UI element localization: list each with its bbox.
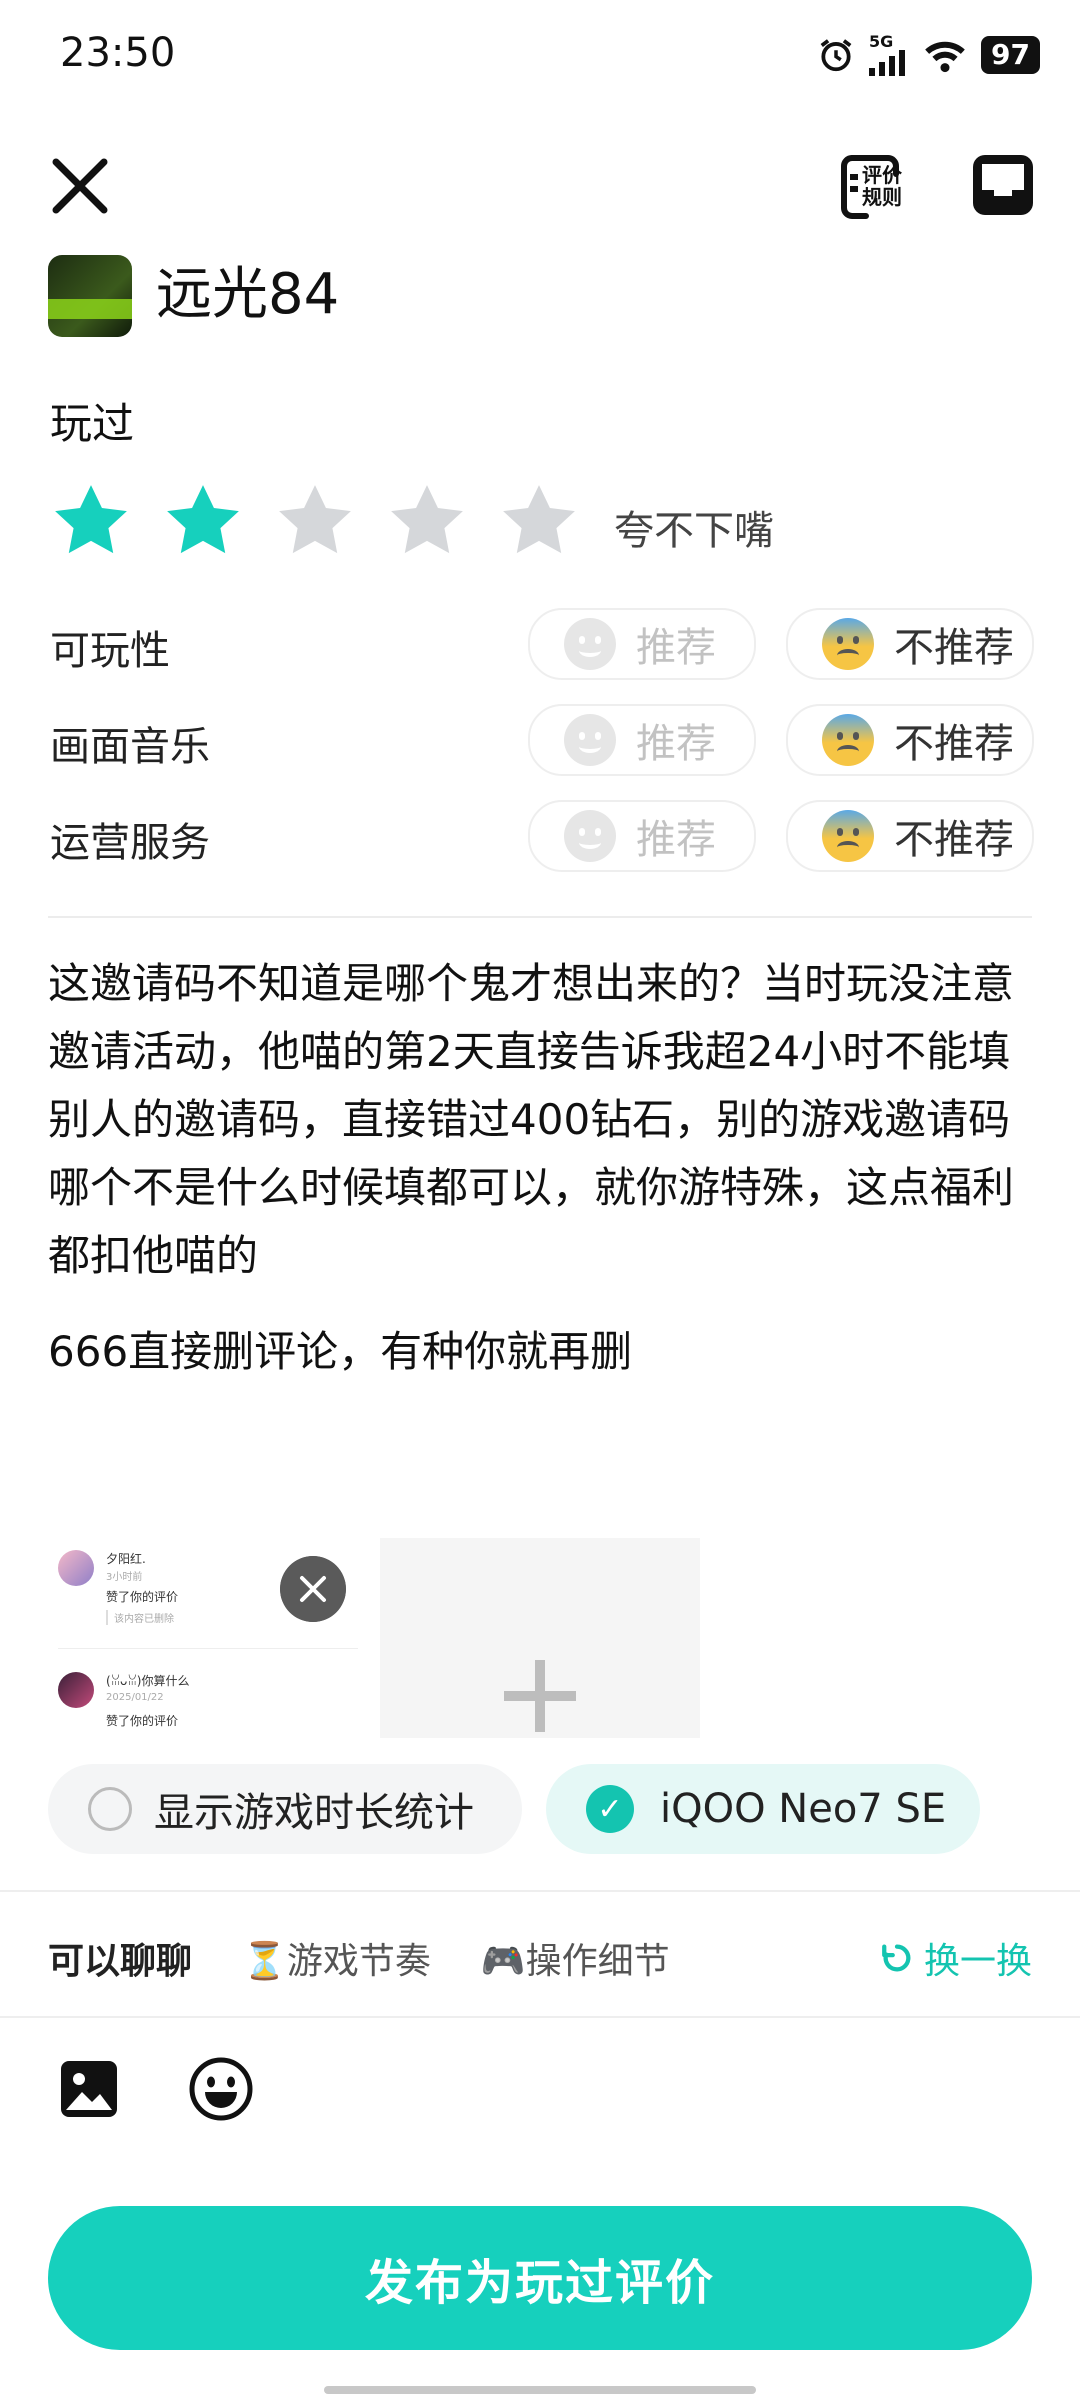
thumb-user-2: (ꈍᴗꈍ)你算什么: [106, 1674, 190, 1688]
review-text-area[interactable]: 这邀请码不知道是哪个鬼才想出来的？当时玩没注意邀请活动，他喵的第2天直接告诉我超…: [48, 950, 1038, 1386]
thumb-note-1: 该内容已删除: [106, 1610, 174, 1625]
not-recommend-label: 不推荐: [894, 625, 1014, 671]
thumb-time-1: 3小时前: [106, 1572, 143, 1583]
battery-indicator: 97: [981, 36, 1040, 74]
thumb-action-1: 赞了你的评价: [106, 1590, 179, 1604]
signal-icon: [869, 50, 906, 76]
recommend-button-graphics-music[interactable]: 推荐: [528, 704, 756, 776]
frown-icon: [822, 618, 874, 670]
divider: [48, 916, 1032, 918]
topic-lead: 可以聊聊: [48, 1941, 193, 1982]
smile-icon: [564, 618, 616, 670]
not-recommend-label: 不推荐: [894, 817, 1014, 863]
not-recommend-label: 不推荐: [894, 721, 1014, 767]
star-rating[interactable]: [50, 480, 580, 562]
review-paragraph-2: 666直接删评论，有种你就再删: [48, 1327, 633, 1376]
avatar: [58, 1672, 94, 1708]
refresh-label: 换一换: [923, 1941, 1032, 1982]
category-label-gameplay: 可玩性: [50, 628, 170, 674]
checkmark-icon: ✓: [586, 1785, 634, 1833]
rating-text: 夸不下嘴: [614, 508, 774, 554]
recommend-label: 推荐: [636, 721, 716, 767]
recommend-label: 推荐: [636, 817, 716, 863]
show-duration-label: 显示游戏时长统计: [154, 1790, 474, 1836]
smile-icon: [564, 810, 616, 862]
star-3[interactable]: [274, 480, 356, 562]
recommend-button-operation[interactable]: 推荐: [528, 800, 756, 872]
recommend-button-gameplay[interactable]: 推荐: [528, 608, 756, 680]
alarm-icon: [820, 39, 852, 72]
status-time: 23:50: [60, 30, 176, 76]
avatar: [58, 1550, 94, 1586]
refresh-icon: [882, 1944, 911, 1972]
played-label: 玩过: [50, 399, 135, 448]
topic-chip-rhythm[interactable]: ⏳游戏节奏: [242, 1932, 431, 1984]
draft-box-icon[interactable]: [970, 152, 1036, 218]
network-label: 5G: [869, 32, 894, 51]
rules-label: 评价规则: [862, 163, 902, 209]
radio-icon: [88, 1787, 132, 1831]
thumb-user-1: 夕阳红.: [106, 1552, 146, 1566]
plus-icon: [504, 1660, 576, 1732]
add-image-button[interactable]: [380, 1538, 700, 1738]
thumb-time-2: 2025/01/22: [106, 1692, 164, 1703]
remove-image-icon[interactable]: [280, 1556, 346, 1622]
topic-chip-controls[interactable]: 🎮操作细节: [481, 1932, 670, 1984]
wifi-icon: [925, 41, 965, 73]
game-name: 远光84: [156, 262, 340, 327]
frown-icon: [822, 714, 874, 766]
divider: [0, 2016, 1080, 2018]
close-icon[interactable]: [44, 150, 116, 222]
not-recommend-button-operation[interactable]: 不推荐: [786, 800, 1034, 872]
star-2[interactable]: [162, 480, 244, 562]
not-recommend-button-gameplay[interactable]: 不推荐: [786, 608, 1034, 680]
image-icon[interactable]: [58, 2058, 120, 2120]
refresh-topics-button[interactable]: 换一换: [880, 1932, 1032, 1984]
home-indicator[interactable]: [324, 2386, 756, 2394]
category-label-graphics-music: 画面音乐: [50, 724, 210, 770]
category-label-operation: 运营服务: [50, 820, 210, 866]
star-5[interactable]: [498, 480, 580, 562]
device-toggle[interactable]: ✓ iQOO Neo7 SE: [546, 1764, 980, 1854]
recommend-label: 推荐: [636, 625, 716, 671]
publish-review-button[interactable]: 发布为玩过评价: [48, 2206, 1032, 2350]
status-icons: 5G 97: [817, 34, 1040, 76]
star-4[interactable]: [386, 480, 468, 562]
review-paragraph-1: 这邀请码不知道是哪个鬼才想出来的？当时玩没注意邀请活动，他喵的第2天直接告诉我超…: [48, 959, 1015, 1280]
frown-icon: [822, 810, 874, 862]
not-recommend-button-graphics-music[interactable]: 不推荐: [786, 704, 1034, 776]
star-1[interactable]: [50, 480, 132, 562]
smile-icon: [564, 714, 616, 766]
topic-suggestions: 可以聊聊 ⏳游戏节奏 🎮操作细节: [48, 1932, 720, 1984]
show-duration-toggle[interactable]: 显示游戏时长统计: [48, 1764, 522, 1854]
game-icon: [48, 255, 132, 337]
emoji-icon[interactable]: [188, 2056, 254, 2122]
device-label: iQOO Neo7 SE: [660, 1786, 947, 1832]
divider: [0, 1890, 1080, 1892]
thumb-action-2: 赞了你的评价: [106, 1714, 179, 1728]
review-rules-button[interactable]: 评价规则: [838, 152, 908, 222]
